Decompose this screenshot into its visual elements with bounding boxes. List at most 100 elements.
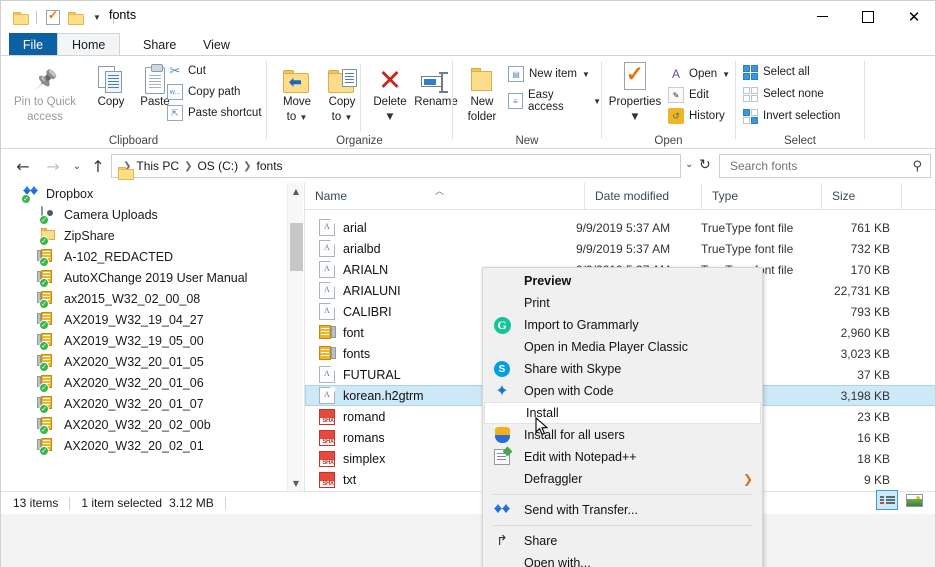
search-box[interactable]: ⚲ [719,154,931,178]
chevron-down-icon[interactable]: ▼ [288,475,304,491]
breadcrumb-os-c[interactable]: OS (C:) [193,159,242,173]
sidebar-item-ax2020-w32-20-01-07[interactable]: ✓ AX2020_W32_20_01_07 [1,393,286,414]
large-icons-view-button[interactable] [903,490,925,510]
invert-selection-icon [742,108,758,124]
back-arrow-icon[interactable]: ← [11,154,35,178]
history-button[interactable]: ↺ History [668,108,725,124]
refresh-icon[interactable]: ↻ [699,157,711,173]
close-icon[interactable]: ✕ [891,1,935,32]
easy-access-icon: ≡ [508,93,524,109]
folder-icon[interactable] [9,6,31,28]
properties-button[interactable]: ✓ Properties ▼ [604,60,666,123]
sort-ascending-icon: ︿ [435,186,445,196]
sidebar-item-ax2020-w32-20-02-00b[interactable]: ✓ AX2020_W32_20_02_00b [1,414,286,435]
window-controls: ✕ [799,1,935,32]
minimize-icon[interactable] [799,1,845,32]
folder-icon[interactable] [64,6,86,28]
open-button[interactable]: A Open ▼ [668,66,730,82]
breadcrumb-fonts[interactable]: fonts [253,159,287,173]
file-name-cell: ARIALN [319,261,388,278]
table-row[interactable]: arial 9/9/2019 5:37 AM TrueType font fil… [305,217,935,238]
sidebar-item-label: A-102_REDACTED [64,249,174,264]
zip-icon: ✓ [37,332,57,351]
context-menu-item-import-to-grammarly[interactable]: G Import to Grammarly [483,314,762,336]
context-menu-item-open-with-code[interactable]: ✦ Open with Code [483,380,762,402]
column-header-name[interactable]: Name ︿ [305,183,585,209]
tab-view[interactable]: View [189,33,244,56]
sidebar-item-ax2020-w32-20-01-05[interactable]: ✓ AX2020_W32_20_01_05 [1,351,286,372]
context-menu-item-install[interactable]: Install [484,402,761,424]
ttf-icon [319,282,335,299]
sidebar-item-label: ZipShare [64,228,115,243]
select-none-button[interactable]: Select none [742,86,824,102]
file-name: txt [343,472,357,487]
file-name-cell: ARIALUNI [319,282,401,299]
sidebar-item-ax2015-w32-02-00-08[interactable]: ✓ ax2015_W32_02_00_08 [1,288,286,309]
breadcrumb[interactable]: ❯ This PC ❯ OS (C:) ❯ fonts [111,154,681,178]
button-label: Open [689,68,718,80]
details-view-button[interactable] [876,490,898,510]
item-count: 13 items [13,496,59,510]
context-menu-item-share[interactable]: ↱ Share [483,530,762,552]
chevron-down-icon: ▼ [581,69,590,79]
ribbon-group-clipboard: Pin to Quick access Copy Paste ✂ Cut w..… [1,56,266,149]
pin-to-quick-access-button[interactable]: Pin to Quick access [6,60,84,123]
zip-icon: ✓ [37,311,57,330]
easy-access-button[interactable]: ≡ Easy access ▼ [508,89,601,113]
sidebar-item-dropbox[interactable]: ✓ Dropbox [1,183,286,204]
search-input[interactable] [728,158,913,174]
context-menu-item-edit-with-notepad-plus-plus[interactable]: Edit with Notepad++ [483,446,762,468]
file-size: 22,731 KB [833,283,890,298]
context-menu-item-install-for-all-users[interactable]: Install for all users [483,424,762,446]
sidebar-item-zipshare[interactable]: ✓ ZipShare [1,225,286,246]
paste-shortcut-button[interactable]: ⇱ Paste shortcut [167,105,262,121]
column-header-size[interactable]: Size [822,183,902,209]
tab-share[interactable]: Share [129,33,190,56]
sidebar-item-ax2019-w32-19-04-27[interactable]: ✓ AX2019_W32_19_04_27 [1,309,286,330]
sidebar-item-camera-uploads[interactable]: ✓ Camera Uploads [1,204,286,225]
chevron-up-icon[interactable]: ▲ [288,183,304,199]
cut-button[interactable]: ✂ Cut [167,63,206,79]
file-size: 23 KB [857,409,890,424]
maximize-icon[interactable] [845,1,891,32]
scrollbar-thumb[interactable] [290,223,303,271]
new-item-button[interactable]: ▤ New item ▼ [508,66,590,82]
context-menu-item-preview[interactable]: Preview [483,270,762,292]
sidebar-item-autoxchange-2019-user-manual[interactable]: ✓ AutoXChange 2019 User Manual [1,267,286,288]
file-name: simplex [343,451,386,466]
forward-arrow-icon[interactable]: → [41,154,65,178]
sidebar-item-ax2020-w32-20-02-01[interactable]: ✓ AX2020_W32_20_02_01 [1,435,286,456]
sidebar-scrollbar[interactable]: ▲ ▼ [287,183,303,491]
context-menu-item-share-with-skype[interactable]: S Share with Skype [483,358,762,380]
menu-item-label: Share [524,534,558,548]
sidebar-item-ax2020-w32-20-01-06[interactable]: ✓ AX2020_W32_20_01_06 [1,372,286,393]
tab-home[interactable]: Home [57,33,121,56]
search-icon[interactable]: ⚲ [912,159,922,174]
invert-selection-button[interactable]: Invert selection [742,108,840,124]
table-row[interactable]: arialbd 9/9/2019 5:37 AM TrueType font f… [305,238,935,259]
context-menu-item-defraggler[interactable]: Defraggler ❯ [483,468,762,490]
properties-icon[interactable] [42,6,64,28]
folder-icon: ✓ [39,227,57,246]
up-arrow-icon[interactable]: ↑ [86,154,110,178]
sidebar-item-a-102-redacted[interactable]: ✓ A-102_REDACTED [1,246,286,267]
copy-path-button[interactable]: w... Copy path [167,84,240,100]
title-bar: ▼ fonts ✕ [1,1,935,33]
breadcrumb-this-pc[interactable]: This PC [132,159,183,173]
column-header-date-modified[interactable]: Date modified [585,183,702,209]
quick-access-toolbar: ▼ [9,6,119,28]
context-menu-item-open-with[interactable]: Open with... [483,552,762,567]
divider [69,496,71,510]
context-menu-item-open-in-media-player-classic[interactable]: Open in Media Player Classic [483,336,762,358]
context-menu-item-send-with-transfer[interactable]: Send with Transfer... [483,499,762,521]
chevron-down-icon[interactable]: ▼ [86,6,108,28]
ttf-icon [319,387,335,404]
edit-button[interactable]: ✎ Edit [668,87,709,103]
chevron-down-icon[interactable]: ⌄ [685,159,693,170]
sidebar-item-ax2019-w32-19-05-00[interactable]: ✓ AX2019_W32_19_05_00 [1,330,286,351]
new-folder-button[interactable]: New folder [455,60,509,123]
select-all-button[interactable]: Select all [742,64,810,80]
tab-file[interactable]: File [9,33,57,56]
column-header-type[interactable]: Type [702,183,822,209]
context-menu-item-print[interactable]: Print [483,292,762,314]
